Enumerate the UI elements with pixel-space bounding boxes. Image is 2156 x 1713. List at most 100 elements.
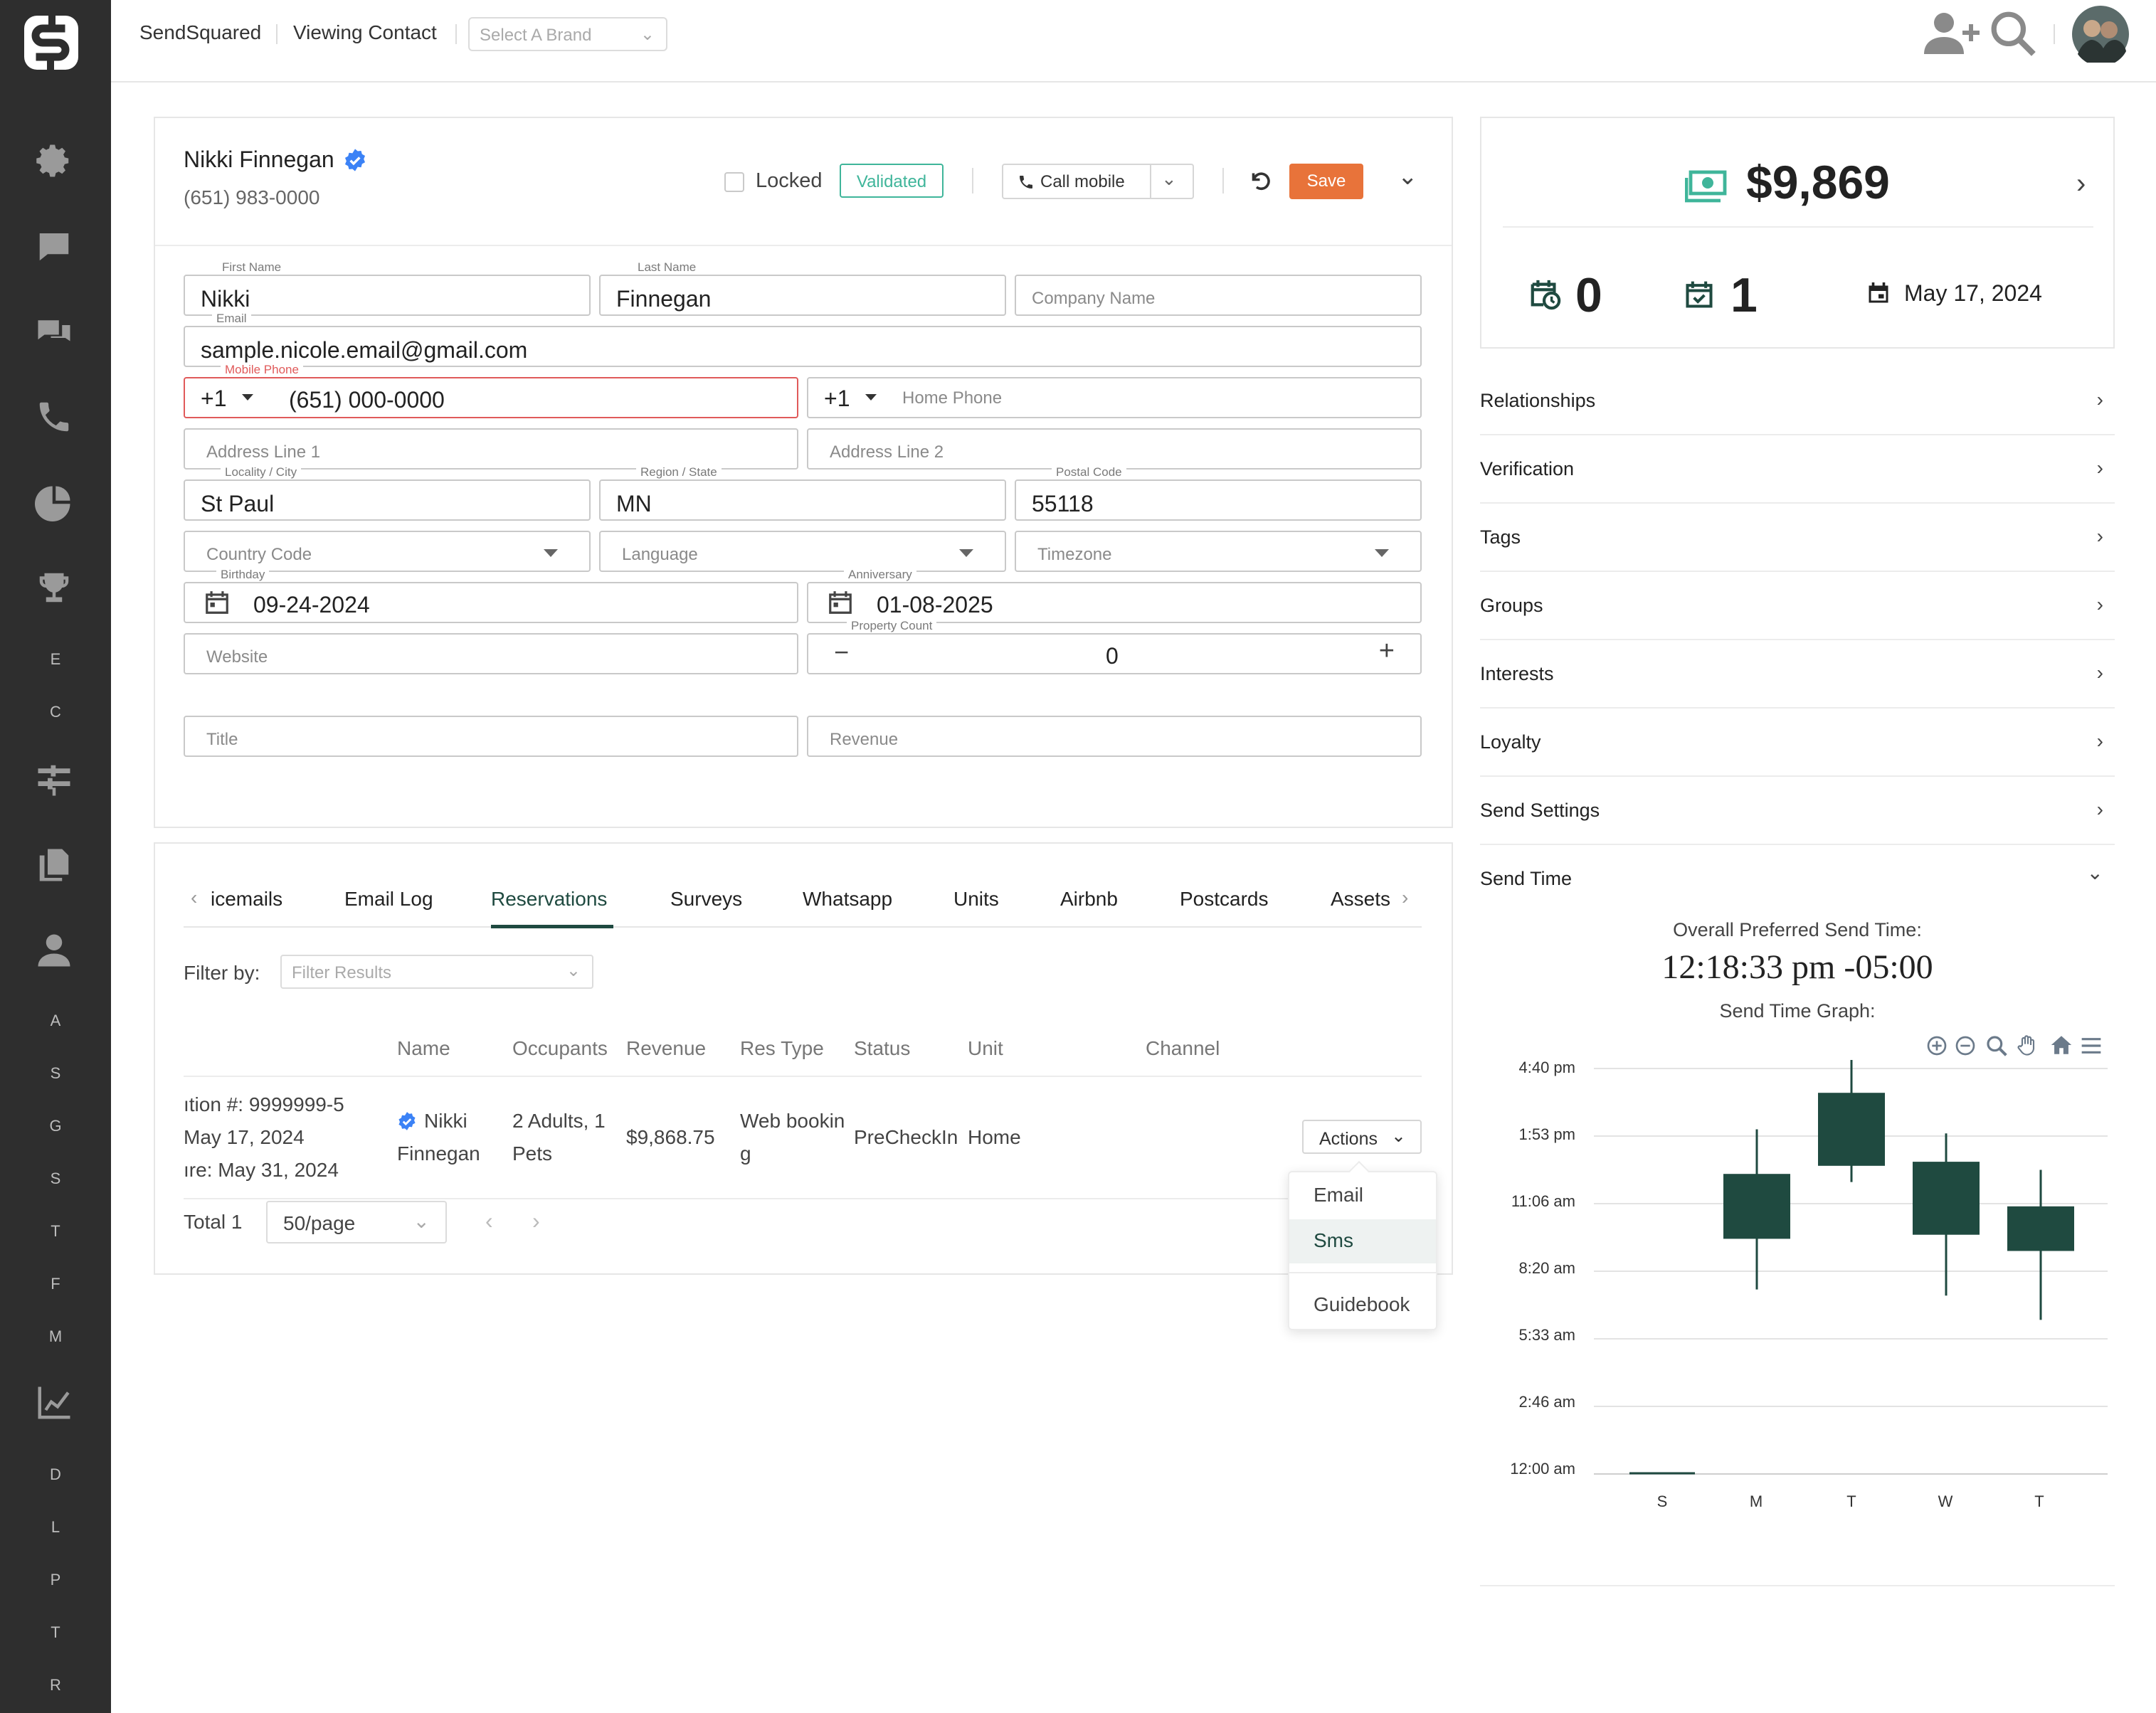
avatar[interactable] xyxy=(2072,6,2129,63)
accordion-send-settings[interactable]: Send Settings › xyxy=(1480,777,2115,845)
tab-voicemails[interactable]: icemails xyxy=(211,888,282,911)
menu-item-sms[interactable]: Sms xyxy=(1289,1219,1436,1263)
mobile-phone-field[interactable]: +1 (651) 000-0000 xyxy=(184,377,798,418)
undo-icon[interactable] xyxy=(1248,168,1274,193)
candle-4[interactable] xyxy=(2007,1206,2074,1251)
column-header-unit[interactable]: Unit xyxy=(968,1037,1003,1060)
tab-surveys[interactable]: Surveys xyxy=(670,888,742,911)
candle-1[interactable] xyxy=(1723,1174,1790,1239)
guest-last-name[interactable]: Finnegan xyxy=(397,1137,480,1170)
mobile-country-code[interactable]: +1 xyxy=(201,386,226,412)
user-icon[interactable] xyxy=(33,929,75,972)
menu-icon[interactable] xyxy=(2079,1034,2103,1057)
anniversary-field[interactable]: 01-08-2025 xyxy=(807,582,1422,623)
magnify-icon[interactable] xyxy=(1985,1034,2008,1057)
sidebar-letter[interactable]: E xyxy=(0,650,111,669)
column-header-name[interactable]: Name xyxy=(397,1037,450,1060)
chevron-down-icon[interactable]: ⌄ xyxy=(1397,162,1418,191)
tab-assets[interactable]: Assets xyxy=(1331,888,1390,911)
tab-reservations[interactable]: Reservations xyxy=(491,888,607,911)
zoom-in-icon[interactable] xyxy=(1925,1034,1948,1057)
chat-bubble-icon[interactable] xyxy=(33,225,75,267)
tab-airbnb[interactable]: Airbnb xyxy=(1060,888,1118,911)
candle-2[interactable] xyxy=(1818,1093,1885,1166)
language-select[interactable]: Language xyxy=(599,531,1006,572)
sidebar-letter[interactable]: T xyxy=(0,1623,111,1642)
menu-item-guidebook[interactable]: Guidebook xyxy=(1289,1283,1436,1327)
accordion-verification[interactable]: Verification › xyxy=(1480,435,2115,504)
address-line-1-input[interactable]: Address Line 1 xyxy=(184,428,798,470)
documents-icon[interactable] xyxy=(33,844,75,886)
tab-postcards[interactable]: Postcards xyxy=(1180,888,1269,911)
sidebar-letter[interactable]: F xyxy=(0,1275,111,1293)
brand-select[interactable]: Select A Brand ⌄ xyxy=(468,17,667,51)
column-header-res-type[interactable]: Res Type xyxy=(740,1037,824,1060)
postal-code-field[interactable]: 55118 xyxy=(1015,479,1422,521)
decrement-button[interactable]: − xyxy=(834,637,849,667)
actions-button[interactable]: Actions ⌄ xyxy=(1302,1120,1422,1154)
next-page-button[interactable]: › xyxy=(532,1208,540,1234)
column-header-status[interactable]: Status xyxy=(854,1037,910,1060)
prev-page-button[interactable]: ‹ xyxy=(485,1208,493,1234)
caret-down-icon[interactable] xyxy=(242,394,253,401)
sidebar-letter[interactable]: S xyxy=(0,1170,111,1188)
region-field[interactable]: MN xyxy=(599,479,1006,521)
line-chart-icon[interactable] xyxy=(33,1381,75,1424)
phone-icon[interactable] xyxy=(33,396,75,438)
accordion-loyalty[interactable]: Loyalty › xyxy=(1480,709,2115,777)
sliders-icon[interactable] xyxy=(33,758,75,801)
call-mobile-button[interactable]: Call mobile xyxy=(1040,172,1125,192)
candle-3[interactable] xyxy=(1913,1162,1980,1235)
accordion-groups[interactable]: Groups › xyxy=(1480,572,2115,640)
timezone-select[interactable]: Timezone xyxy=(1015,531,1422,572)
column-header-occupants[interactable]: Occupants xyxy=(512,1037,608,1060)
accordion-interests[interactable]: Interests › xyxy=(1480,640,2115,709)
sidebar-letter[interactable]: C xyxy=(0,703,111,721)
increment-button[interactable]: + xyxy=(1379,636,1395,667)
caret-down-icon[interactable] xyxy=(865,394,877,401)
revenue-input[interactable]: Revenue xyxy=(807,716,1422,757)
website-input[interactable]: Website xyxy=(184,633,798,674)
accordion-relationships[interactable]: Relationships › xyxy=(1480,367,2115,435)
sidebar-letter[interactable]: R xyxy=(0,1676,111,1695)
tab-whatsapp[interactable]: Whatsapp xyxy=(803,888,892,911)
pie-chart-icon[interactable] xyxy=(33,481,75,524)
conversations-icon[interactable] xyxy=(33,310,75,353)
page-size-select[interactable]: 50/page ⌄ xyxy=(266,1201,447,1243)
sidebar-letter[interactable]: S xyxy=(0,1064,111,1083)
chevron-right-icon[interactable]: › xyxy=(2076,168,2086,200)
search-icon[interactable] xyxy=(1989,10,2036,57)
guest-first-name[interactable]: Nikki xyxy=(424,1105,467,1137)
birthday-field[interactable]: 09-24-2024 xyxy=(184,582,798,623)
last-name-field[interactable]: Finnegan xyxy=(599,275,1006,316)
title-input[interactable]: Title xyxy=(184,716,798,757)
chevron-left-icon[interactable]: ‹ xyxy=(191,886,197,909)
city-field[interactable]: St Paul xyxy=(184,479,591,521)
country-code-select[interactable]: Country Code xyxy=(184,531,591,572)
tab-units[interactable]: Units xyxy=(953,888,999,911)
chevron-down-icon[interactable]: ⌄ xyxy=(1161,168,1177,190)
add-user-icon[interactable] xyxy=(1924,10,1981,55)
property-count-stepper[interactable]: − 0 + xyxy=(807,633,1422,674)
tab-email-log[interactable]: Email Log xyxy=(344,888,433,911)
sidebar-letter[interactable]: D xyxy=(0,1465,111,1484)
sidebar-letter[interactable]: T xyxy=(0,1222,111,1241)
locked-checkbox[interactable] xyxy=(724,172,744,192)
sidebar-letter[interactable]: P xyxy=(0,1571,111,1589)
sidebar-letter[interactable]: G xyxy=(0,1117,111,1135)
email-field[interactable]: sample.nicole.email@gmail.com xyxy=(184,326,1422,367)
zoom-out-icon[interactable] xyxy=(1954,1034,1977,1057)
first-name-field[interactable]: Nikki xyxy=(184,275,591,316)
save-button[interactable]: Save xyxy=(1289,164,1363,199)
column-header-revenue[interactable]: Revenue xyxy=(626,1037,706,1060)
company-name-input[interactable]: Company Name xyxy=(1015,275,1422,316)
chevron-right-icon[interactable]: › xyxy=(1402,886,1408,909)
accordion-send-time[interactable]: Send Time ⌄ xyxy=(1480,845,2115,913)
home-phone-field[interactable]: +1 Home Phone xyxy=(807,377,1422,418)
sidebar-letter[interactable]: A xyxy=(0,1012,111,1030)
filter-select[interactable]: Filter Results ⌄ xyxy=(280,955,593,989)
address-line-2-input[interactable]: Address Line 2 xyxy=(807,428,1422,470)
sidebar-letter[interactable]: L xyxy=(0,1518,111,1537)
menu-item-email[interactable]: Email xyxy=(1289,1174,1436,1218)
pan-hand-icon[interactable] xyxy=(2017,1033,2039,1057)
